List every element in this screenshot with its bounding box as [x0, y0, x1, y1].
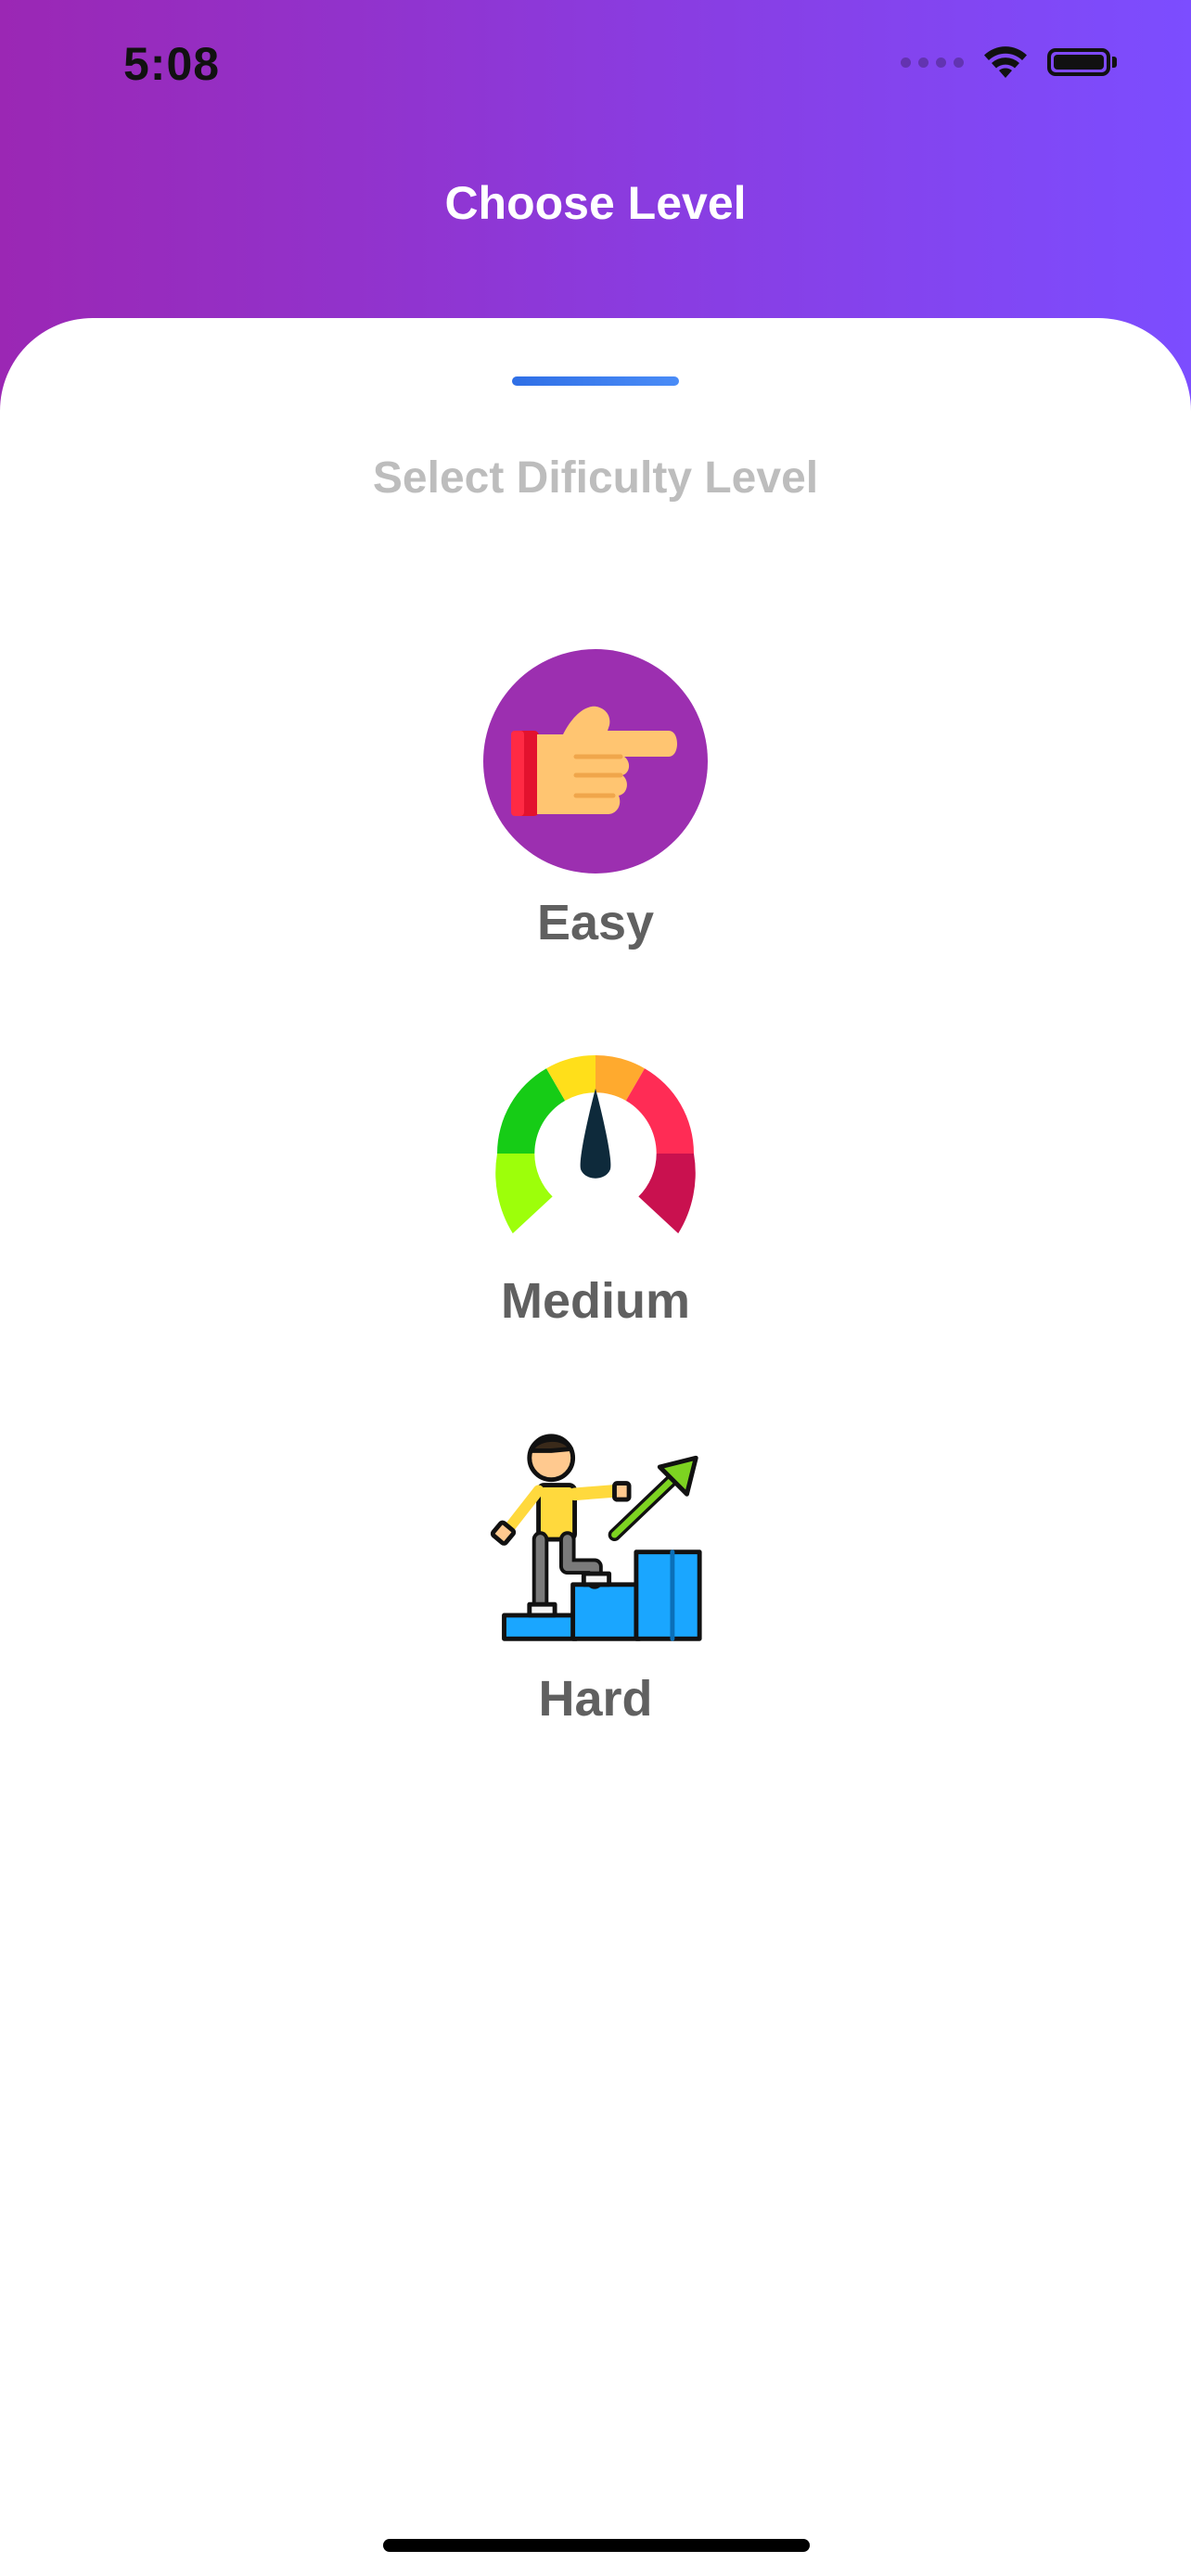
status-icons: [901, 45, 1117, 80]
level-sheet: Select Dificulty Level Easy Medium Hard: [0, 318, 1191, 2576]
level-medium-label: Medium: [500, 1273, 690, 1329]
page-title: Choose Level: [444, 177, 747, 229]
level-hard-label: Hard: [538, 1671, 653, 1727]
speedometer-gauge-icon: [495, 1055, 696, 1234]
level-medium-button[interactable]: Medium: [410, 1055, 781, 1330]
battery-icon: [1047, 48, 1110, 76]
sheet-subtitle: Select Dificulty Level: [372, 453, 819, 503]
pointing-hand-icon: [483, 649, 708, 874]
battery-tip: [1112, 57, 1117, 68]
level-easy-button[interactable]: Easy: [410, 649, 781, 951]
home-indicator[interactable]: [383, 2539, 810, 2552]
level-hard-button[interactable]: Hard: [410, 1431, 781, 1728]
status-time: 5:08: [123, 38, 221, 90]
wifi-icon: [984, 46, 1027, 78]
drag-handle[interactable]: [512, 376, 679, 386]
level-easy-label: Easy: [536, 895, 655, 950]
cellular-signal-icon: [901, 57, 964, 68]
climbing-steps-icon: [490, 1434, 702, 1641]
